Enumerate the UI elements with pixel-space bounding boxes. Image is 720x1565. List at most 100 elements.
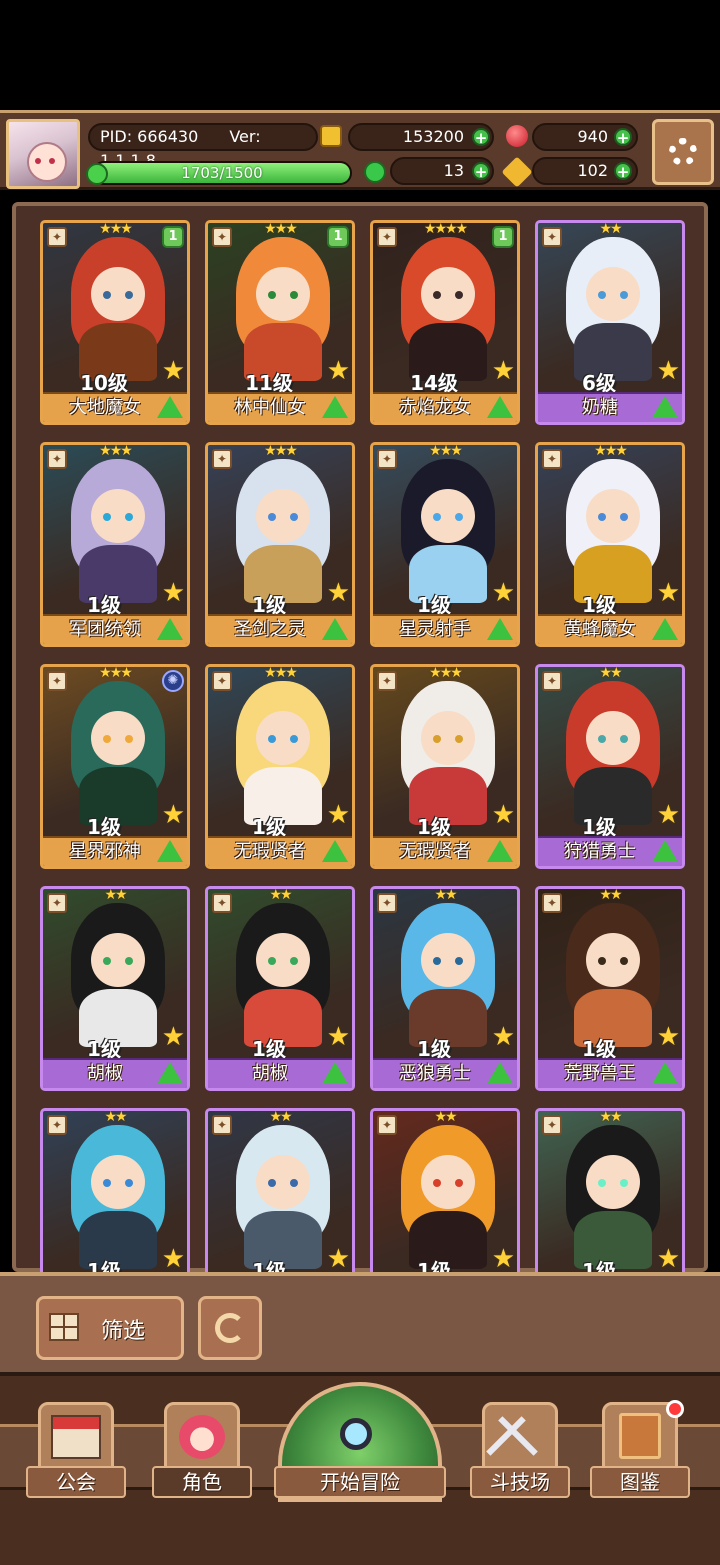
character-name: 星界邪神	[69, 841, 141, 862]
character-face	[256, 1155, 310, 1209]
character-eye	[455, 1179, 463, 1187]
star-upgrade-icon[interactable]: ★	[657, 802, 680, 828]
star-upgrade-icon[interactable]: ★	[492, 358, 515, 384]
level-up-arrow-icon[interactable]	[157, 618, 183, 640]
star-upgrade-icon[interactable]: ★	[327, 802, 350, 828]
character-name: 胡椒	[87, 1063, 123, 1084]
level-up-arrow-icon[interactable]	[157, 840, 183, 862]
add-gems-button[interactable]: +	[614, 128, 632, 146]
character-card[interactable]: ★★★ ✦ 1级 军团统领 ★	[40, 442, 190, 647]
nav-arena-frame	[482, 1402, 558, 1472]
character-eye	[598, 291, 606, 299]
add-gold-button[interactable]: +	[472, 128, 490, 146]
level-up-arrow-icon[interactable]	[322, 840, 348, 862]
level-up-arrow-icon[interactable]	[157, 1062, 183, 1084]
character-eye	[268, 735, 276, 743]
rune-orb-icon: ✺	[162, 670, 184, 692]
level-up-arrow-icon[interactable]	[322, 618, 348, 640]
character-face	[421, 711, 475, 765]
character-card[interactable]: ★★★ ✦ 1级 无瑕贤者 ★	[205, 664, 355, 869]
character-card[interactable]: ★★ ✦ 1级 狩猎勇士 ★	[535, 664, 685, 869]
avatar-eye	[35, 158, 41, 164]
character-card[interactable]: ★★ ✦ 6级 奶糖 ★	[535, 220, 685, 425]
character-name: 黄蜂魔女	[564, 619, 636, 640]
nav-guild[interactable]: 公会	[26, 1402, 126, 1498]
nav-guild-frame	[38, 1402, 114, 1472]
character-card[interactable]: ★★ ✦ 1级 胡椒 ★	[205, 886, 355, 1091]
character-card[interactable]: ★★ ✦ 1级 胡椒 ★	[40, 886, 190, 1091]
character-card[interactable]: ★★★★ ✦ 14级 赤焰龙女 ★ 1	[370, 220, 520, 425]
nav-characters[interactable]: 角色	[152, 1402, 252, 1498]
star-upgrade-icon[interactable]: ★	[492, 1246, 515, 1272]
character-eye	[125, 513, 133, 521]
character-card[interactable]: ★★★ ✦ 1级 星界邪神 ★ ✺	[40, 664, 190, 869]
character-name: 圣剑之灵	[234, 619, 306, 640]
character-card[interactable]: ★★ ✦ 1级 荒野兽王 ★	[535, 886, 685, 1091]
star-upgrade-icon[interactable]: ★	[492, 802, 515, 828]
character-name: 荒野兽王	[564, 1063, 636, 1084]
level-up-arrow-icon[interactable]	[322, 1062, 348, 1084]
star-upgrade-icon[interactable]: ★	[657, 580, 680, 606]
character-grid-panel[interactable]: ★★★ ✦ 10级 大地魔女 ★ 1 ★★★ ✦ 11级 林中仙女 ★ 1 ★★…	[12, 202, 708, 1313]
class-icon: ✦	[47, 449, 67, 469]
star-upgrade-icon[interactable]: ★	[657, 1246, 680, 1272]
gem-amount: 940	[577, 127, 608, 146]
level-up-arrow-icon[interactable]	[487, 618, 513, 640]
level-up-arrow-icon[interactable]	[487, 1062, 513, 1084]
character-face	[586, 711, 640, 765]
star-upgrade-icon[interactable]: ★	[162, 358, 185, 384]
level-up-arrow-icon[interactable]	[157, 396, 183, 418]
star-upgrade-icon[interactable]: ★	[162, 1024, 185, 1050]
nav-codex-label: 图鉴	[590, 1466, 690, 1498]
character-card[interactable]: ★★★ ✦ 1级 星灵射手 ★	[370, 442, 520, 647]
level-up-arrow-icon[interactable]	[487, 840, 513, 862]
character-face	[421, 489, 475, 543]
character-card[interactable]: ★★ ✦ 1级 恶狼勇士 ★	[370, 886, 520, 1091]
character-eye	[290, 1179, 298, 1187]
level-up-arrow-icon[interactable]	[487, 396, 513, 418]
star-upgrade-icon[interactable]: ★	[162, 802, 185, 828]
star-upgrade-icon[interactable]: ★	[162, 580, 185, 606]
nav-codex[interactable]: 图鉴	[590, 1400, 690, 1498]
star-upgrade-icon[interactable]: ★	[327, 1246, 350, 1272]
character-card[interactable]: ★★★ ✦ 1级 黄蜂魔女 ★	[535, 442, 685, 647]
star-upgrade-icon[interactable]: ★	[327, 580, 350, 606]
nav-start-adventure[interactable]: 开始冒险	[274, 1382, 446, 1502]
settings-button[interactable]	[652, 119, 714, 185]
character-card[interactable]: ★★★ ✦ 11级 林中仙女 ★ 1	[205, 220, 355, 425]
class-icon: ✦	[47, 893, 67, 913]
level-up-arrow-icon[interactable]	[322, 396, 348, 418]
filter-button[interactable]: 筛选	[36, 1296, 184, 1360]
level-up-arrow-icon[interactable]	[652, 1062, 678, 1084]
level-up-arrow-icon[interactable]	[652, 618, 678, 640]
character-eye	[620, 1179, 628, 1187]
class-icon: ✦	[212, 893, 232, 913]
refresh-button[interactable]	[198, 1296, 262, 1360]
character-card[interactable]: ★★★ ✦ 1级 无瑕贤者 ★	[370, 664, 520, 869]
character-card[interactable]: ★★★ ✦ 10级 大地魔女 ★ 1	[40, 220, 190, 425]
level-up-arrow-icon[interactable]	[652, 840, 678, 862]
character-name: 狩猎勇士	[564, 841, 636, 862]
bottom-navigation: 公会 角色 开始冒险 斗技场 图鉴	[0, 1376, 720, 1565]
level-up-arrow-icon[interactable]	[652, 396, 678, 418]
class-icon: ✦	[47, 227, 67, 247]
character-card[interactable]: ★★★ ✦ 1级 圣剑之灵 ★	[205, 442, 355, 647]
character-face	[421, 1155, 475, 1209]
character-eye	[290, 513, 298, 521]
star-upgrade-icon[interactable]: ★	[492, 580, 515, 606]
star-upgrade-icon[interactable]: ★	[657, 358, 680, 384]
star-upgrade-icon[interactable]: ★	[327, 1024, 350, 1050]
player-avatar[interactable]	[6, 119, 80, 189]
character-face	[421, 933, 475, 987]
star-upgrade-icon[interactable]: ★	[162, 1246, 185, 1272]
star-upgrade-icon[interactable]: ★	[657, 1024, 680, 1050]
star-upgrade-icon[interactable]: ★	[492, 1024, 515, 1050]
gear-icon	[669, 138, 697, 166]
character-name: 无瑕贤者	[399, 841, 471, 862]
star-upgrade-icon[interactable]: ★	[327, 358, 350, 384]
add-clover-button[interactable]: +	[472, 162, 490, 180]
character-eye	[455, 957, 463, 965]
add-tickets-button[interactable]: +	[614, 162, 632, 180]
class-icon: ✦	[377, 893, 397, 913]
nav-arena[interactable]: 斗技场	[470, 1402, 570, 1498]
